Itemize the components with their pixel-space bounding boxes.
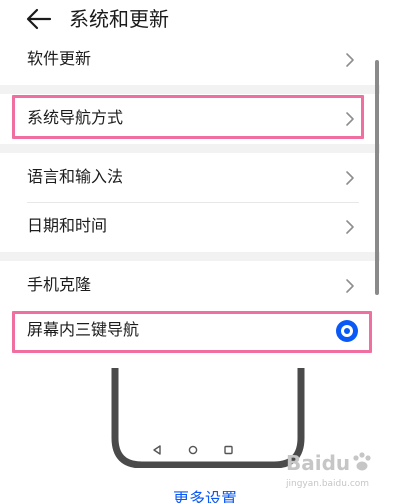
software-update-label: 软件更新 — [27, 49, 92, 68]
more-settings-link[interactable]: 更多设置 — [150, 487, 260, 503]
baidu-watermark-logo: Baidu jingyan.baidu.com — [282, 448, 407, 492]
section-separator — [0, 252, 380, 261]
chevron-right-icon — [344, 169, 356, 187]
phone-clone-item[interactable]: 手机克隆 — [0, 261, 380, 311]
phone-clone-label: 手机克隆 — [27, 275, 92, 294]
page-title: 系统和更新 — [69, 7, 169, 31]
chevron-right-icon — [344, 277, 356, 295]
section-separator — [0, 144, 380, 153]
section-separator — [0, 85, 380, 94]
paw-icon — [353, 452, 371, 471]
chevron-right-icon — [344, 110, 356, 128]
recent-apps-key-icon — [224, 445, 233, 455]
system-navigation-item[interactable]: 系统导航方式 — [0, 94, 380, 144]
date-time-item[interactable]: 日期和时间 — [0, 202, 380, 252]
three-key-navigation-option[interactable]: 屏幕内三键导航 — [0, 306, 380, 356]
back-arrow-icon[interactable] — [26, 8, 52, 30]
date-time-label: 日期和时间 — [27, 216, 108, 235]
system-navigation-label: 系统导航方式 — [27, 108, 124, 127]
software-update-item[interactable]: 软件更新 — [0, 35, 380, 85]
radio-selected-icon[interactable] — [336, 320, 358, 342]
watermark-text: Baidu — [286, 451, 350, 475]
language-input-item[interactable]: 语言和输入法 — [0, 153, 380, 203]
watermark-subtext: jingyan.baidu.com — [285, 479, 369, 489]
title-bar: 系统和更新 — [0, 0, 407, 40]
chevron-right-icon — [344, 218, 356, 236]
home-key-icon — [188, 445, 198, 455]
three-key-navigation-label: 屏幕内三键导航 — [27, 320, 140, 339]
scrollbar[interactable] — [375, 60, 379, 295]
phone-illustration — [110, 368, 306, 469]
chevron-right-icon — [344, 51, 356, 69]
back-key-icon — [153, 445, 161, 455]
language-input-label: 语言和输入法 — [27, 167, 124, 186]
